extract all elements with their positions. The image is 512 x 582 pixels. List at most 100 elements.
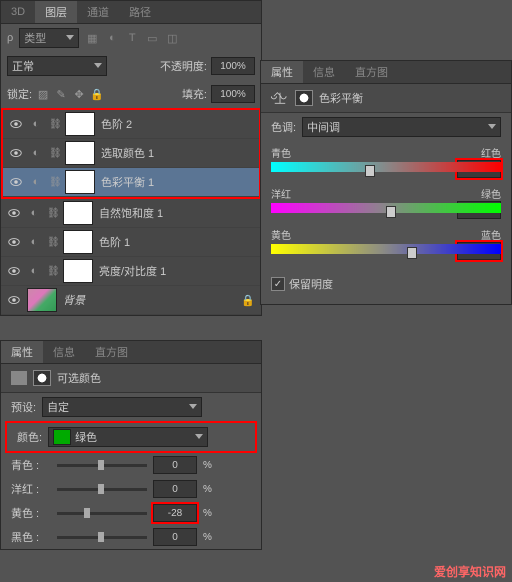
adj-icon: ◐ [29, 175, 43, 189]
tab-histogram[interactable]: 直方图 [345, 61, 398, 83]
filter-type-icon[interactable]: T [125, 31, 139, 45]
eye-icon[interactable] [7, 206, 21, 220]
layer-row[interactable]: ◐⛓亮度/对比度 1 [1, 257, 261, 286]
filter-smart-icon[interactable]: ◫ [165, 31, 179, 45]
slider-thumb[interactable] [98, 532, 104, 542]
slider-thumb[interactable] [98, 484, 104, 494]
mask-toggle-icon[interactable] [295, 90, 313, 106]
slider-thumb[interactable] [84, 508, 90, 518]
layer-row-selected[interactable]: ◐⛓色彩平衡 1 [3, 168, 259, 197]
slider-cyan-red: 青色红色 -17 [261, 141, 511, 182]
preset-dropdown[interactable]: 自定 [42, 397, 202, 417]
slider-thumb[interactable] [386, 206, 396, 218]
slider-thumb[interactable] [98, 460, 104, 470]
pct: % [203, 532, 212, 543]
bg-thumb[interactable] [27, 288, 57, 312]
color-dropdown[interactable]: 绿色 [48, 427, 208, 447]
adj-icon: ◐ [29, 146, 43, 160]
lock-pixels-icon[interactable]: ✎ [54, 87, 68, 101]
channel-black: 黑色 : 0% [1, 525, 261, 549]
lock-icon: 🔒 [241, 293, 255, 307]
eye-icon[interactable] [7, 264, 21, 278]
ch-value[interactable]: 0 [153, 456, 197, 474]
panel-title-row: 可选颜色 [1, 364, 261, 393]
mask-thumb[interactable] [65, 141, 95, 165]
tab-histogram[interactable]: 直方图 [85, 341, 138, 363]
opacity-value[interactable]: 100% [211, 57, 255, 75]
lock-all-icon[interactable]: 🔒 [90, 87, 104, 101]
lock-position-icon[interactable]: ✥ [72, 87, 86, 101]
layer-row[interactable]: ◐⛓色阶 1 [1, 228, 261, 257]
adj-icon: ◐ [27, 206, 41, 220]
tab-properties[interactable]: 属性 [1, 341, 43, 363]
link-icon: ⛓ [49, 148, 59, 159]
blend-mode-dropdown[interactable]: 正常 [7, 56, 107, 76]
label-cyan: 青色 [271, 145, 291, 160]
tab-info[interactable]: 信息 [303, 61, 345, 83]
layers-panel: 3D 图层 通道 路径 ρ 类型 ▦ ◐ T ▭ ◫ 正常 不透明度: 100%… [0, 0, 262, 316]
slider-track[interactable] [57, 512, 147, 515]
filter-row: ρ 类型 ▦ ◐ T ▭ ◫ [1, 24, 261, 52]
mask-thumb[interactable] [65, 170, 95, 194]
filter-kind-dropdown[interactable]: 类型 [19, 28, 79, 48]
filter-pixel-icon[interactable]: ▦ [85, 31, 99, 45]
slider-track[interactable] [57, 488, 147, 491]
color-balance-panel: 属性 信息 直方图 色彩平衡 色调: 中间调 青色红色 -17 洋红绿色 0 黄… [260, 60, 512, 305]
pct: % [203, 460, 212, 471]
link-icon: ⛓ [47, 208, 57, 219]
panel-title: 色彩平衡 [319, 90, 363, 106]
preserve-label: 保留明度 [289, 276, 333, 292]
slider-track[interactable] [271, 203, 501, 213]
preserve-row: ✓ 保留明度 [261, 264, 511, 304]
layer-name: 色彩平衡 1 [101, 174, 253, 190]
eye-icon[interactable] [9, 117, 23, 131]
layer-row[interactable]: ◐⛓色阶 2 [3, 110, 259, 139]
slider-thumb[interactable] [365, 165, 375, 177]
ch-value[interactable]: 0 [153, 528, 197, 546]
opacity-label: 不透明度: [160, 58, 207, 74]
panel-title-row: 色彩平衡 [261, 84, 511, 113]
background-layer[interactable]: 背景🔒 [1, 286, 261, 315]
label-blue: 蓝色 [481, 227, 501, 242]
tab-3d[interactable]: 3D [1, 1, 35, 23]
mask-thumb[interactable] [63, 230, 93, 254]
ch-value[interactable]: 0 [153, 480, 197, 498]
eye-icon[interactable] [7, 293, 21, 307]
slider-track[interactable] [271, 244, 501, 254]
link-icon: ⛓ [49, 119, 59, 130]
ch-label: 黑色 : [11, 529, 51, 545]
mask-thumb[interactable] [63, 259, 93, 283]
ch-value[interactable]: -28 [153, 504, 197, 522]
layer-row[interactable]: ◐⛓自然饱和度 1 [1, 199, 261, 228]
slider-track[interactable] [57, 464, 147, 467]
preserve-luminosity-checkbox[interactable]: ✓ [271, 277, 285, 291]
eye-icon[interactable] [9, 146, 23, 160]
label-red: 红色 [481, 145, 501, 160]
tab-info[interactable]: 信息 [43, 341, 85, 363]
eye-icon[interactable] [9, 175, 23, 189]
lock-transparent-icon[interactable]: ▨ [36, 87, 50, 101]
label-green: 绿色 [481, 186, 501, 201]
mask-thumb[interactable] [65, 112, 95, 136]
color-row-highlight: 颜色: 绿色 [7, 423, 255, 451]
layer-name: 亮度/对比度 1 [99, 263, 255, 279]
layer-row[interactable]: ◐⛓选取颜色 1 [3, 139, 259, 168]
mask-thumb[interactable] [63, 201, 93, 225]
tab-properties[interactable]: 属性 [261, 61, 303, 83]
mask-toggle-icon[interactable] [33, 370, 51, 386]
tab-paths[interactable]: 路径 [119, 1, 161, 23]
tone-dropdown[interactable]: 中间调 [302, 117, 501, 137]
channel-magenta: 洋红 :0% [1, 477, 261, 501]
filter-adjust-icon[interactable]: ◐ [105, 31, 119, 45]
tab-channels[interactable]: 通道 [77, 1, 119, 23]
lock-row: 锁定: ▨ ✎ ✥ 🔒 填充: 100% [1, 80, 261, 108]
tab-layers[interactable]: 图层 [35, 1, 77, 23]
slider-thumb[interactable] [407, 247, 417, 259]
filter-shape-icon[interactable]: ▭ [145, 31, 159, 45]
selective-color-panel: 属性 信息 直方图 可选颜色 预设: 自定 颜色: 绿色 青色 :0% 洋红 :… [0, 340, 262, 550]
fill-value[interactable]: 100% [211, 85, 255, 103]
slider-track[interactable] [271, 162, 501, 172]
slider-track[interactable] [57, 536, 147, 539]
eye-icon[interactable] [7, 235, 21, 249]
pct: % [203, 484, 212, 495]
